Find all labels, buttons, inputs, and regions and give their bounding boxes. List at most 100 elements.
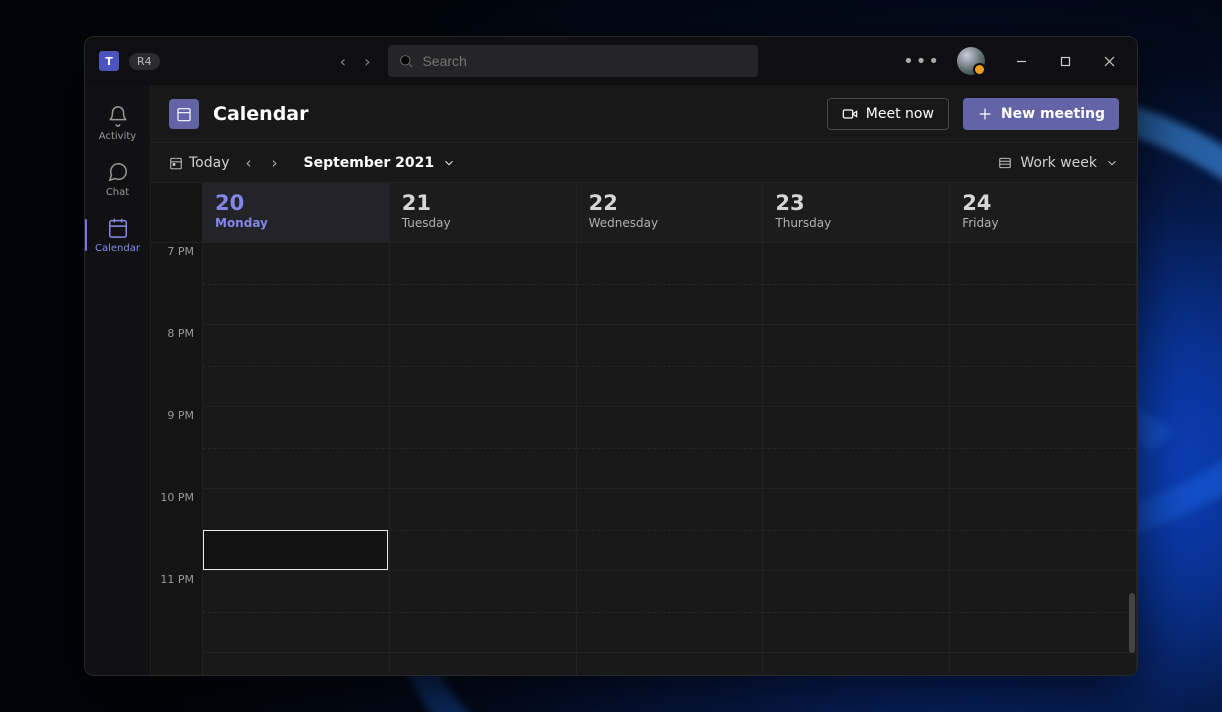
hour-label: 9 PM: [151, 407, 202, 489]
user-avatar[interactable]: [957, 47, 985, 75]
time-slot[interactable]: [763, 407, 949, 489]
new-meeting-label: New meeting: [1001, 106, 1105, 122]
prev-period-button[interactable]: ‹: [242, 154, 256, 172]
selected-time-slot[interactable]: [203, 530, 388, 570]
time-slot[interactable]: [577, 243, 763, 325]
time-slot[interactable]: [950, 325, 1136, 407]
day-number: 23: [775, 191, 937, 215]
time-slot[interactable]: [203, 571, 389, 653]
day-header[interactable]: 22 Wednesday: [577, 183, 763, 243]
window-close-button[interactable]: [1087, 45, 1131, 77]
time-slot[interactable]: [763, 489, 949, 571]
day-header[interactable]: 23 Thursday: [763, 183, 949, 243]
time-slot[interactable]: [763, 325, 949, 407]
history-forward-icon[interactable]: ›: [364, 52, 370, 71]
plus-icon: [977, 106, 993, 122]
month-label: September 2021: [304, 155, 435, 171]
time-slot[interactable]: [203, 407, 389, 489]
titlebar: T R4 ‹ › •••: [85, 37, 1137, 85]
today-label: Today: [189, 155, 230, 171]
history-nav: ‹ ›: [340, 52, 371, 71]
day-name: Friday: [962, 216, 1124, 230]
app-window: T R4 ‹ › ••• Activity Chat: [84, 36, 1138, 676]
day-name: Monday: [215, 216, 377, 230]
chevron-down-icon: [442, 156, 456, 170]
org-badge[interactable]: R4: [129, 53, 160, 70]
days-container: 20 Monday 21 Tuesday: [203, 183, 1137, 675]
time-slot[interactable]: [203, 325, 389, 407]
day-number: 20: [215, 191, 377, 215]
page-title: Calendar: [213, 103, 308, 125]
time-slot[interactable]: [950, 489, 1136, 571]
time-slot[interactable]: [390, 243, 576, 325]
meet-now-button[interactable]: Meet now: [827, 98, 949, 130]
time-slot[interactable]: [577, 571, 763, 653]
time-slot[interactable]: [390, 489, 576, 571]
history-back-icon[interactable]: ‹: [340, 52, 346, 71]
new-meeting-button[interactable]: New meeting: [963, 98, 1119, 130]
day-number: 21: [402, 191, 564, 215]
month-picker[interactable]: September 2021: [304, 155, 457, 171]
chevron-down-icon: [1105, 156, 1119, 170]
rail-item-label: Chat: [106, 187, 129, 198]
rail-item-chat[interactable]: Chat: [85, 151, 151, 207]
search-icon: [398, 53, 414, 69]
view-label: Work week: [1020, 155, 1097, 171]
rail-item-label: Calendar: [95, 243, 140, 254]
app-rail: Activity Chat Calendar: [85, 85, 151, 675]
today-button[interactable]: Today: [169, 155, 230, 171]
calendar-badge-icon: [169, 99, 199, 129]
time-slot[interactable]: [950, 243, 1136, 325]
day-column-wed: 22 Wednesday: [577, 183, 764, 675]
day-column-thu: 23 Thursday: [763, 183, 950, 675]
calendar-toolbar: Today ‹ › September 2021 Work week: [151, 143, 1137, 183]
bell-icon: [107, 105, 129, 127]
grid-scrollbar[interactable]: [1129, 593, 1135, 653]
video-icon: [842, 106, 858, 122]
day-number: 22: [589, 191, 751, 215]
search-input-wrap[interactable]: [388, 45, 758, 77]
calendar-grid: 7 PM 8 PM 9 PM 10 PM 11 PM 20 Monday: [151, 183, 1137, 675]
time-slot[interactable]: [950, 571, 1136, 653]
hour-label: 10 PM: [151, 489, 202, 571]
hour-label: 11 PM: [151, 571, 202, 653]
day-header[interactable]: 21 Tuesday: [390, 183, 576, 243]
time-slot[interactable]: [577, 325, 763, 407]
day-column-mon: 20 Monday: [203, 183, 390, 675]
day-name: Thursday: [775, 216, 937, 230]
day-name: Tuesday: [402, 216, 564, 230]
time-gutter: 7 PM 8 PM 9 PM 10 PM 11 PM: [151, 183, 203, 675]
rail-item-activity[interactable]: Activity: [85, 95, 151, 151]
search-input[interactable]: [422, 53, 748, 69]
more-options-icon[interactable]: •••: [903, 51, 941, 72]
time-slot[interactable]: [203, 243, 389, 325]
time-slot[interactable]: [950, 407, 1136, 489]
rail-item-calendar[interactable]: Calendar: [85, 207, 151, 263]
window-minimize-button[interactable]: [999, 45, 1043, 77]
calendar-icon: [107, 217, 129, 239]
window-maximize-button[interactable]: [1043, 45, 1087, 77]
view-switcher[interactable]: Work week: [998, 155, 1119, 171]
list-icon: [998, 156, 1012, 170]
time-slot[interactable]: [763, 243, 949, 325]
day-column-fri: 24 Friday: [950, 183, 1137, 675]
day-header[interactable]: 20 Monday: [203, 183, 389, 243]
time-slot[interactable]: [390, 407, 576, 489]
time-slot[interactable]: [390, 325, 576, 407]
time-slot[interactable]: [763, 571, 949, 653]
calendar-main: Calendar Meet now New meeting Today ‹ ›: [151, 85, 1137, 675]
teams-app-icon: T: [99, 51, 119, 71]
time-slot[interactable]: [577, 489, 763, 571]
time-slot[interactable]: [577, 407, 763, 489]
day-number: 24: [962, 191, 1124, 215]
next-period-button[interactable]: ›: [268, 154, 282, 172]
chat-icon: [107, 161, 129, 183]
day-header[interactable]: 24 Friday: [950, 183, 1136, 243]
day-name: Wednesday: [589, 216, 751, 230]
day-column-tue: 21 Tuesday: [390, 183, 577, 675]
hour-label: 8 PM: [151, 325, 202, 407]
meet-now-label: Meet now: [866, 106, 934, 122]
calendar-header: Calendar Meet now New meeting: [151, 85, 1137, 143]
rail-item-label: Activity: [99, 131, 136, 142]
time-slot[interactable]: [390, 571, 576, 653]
